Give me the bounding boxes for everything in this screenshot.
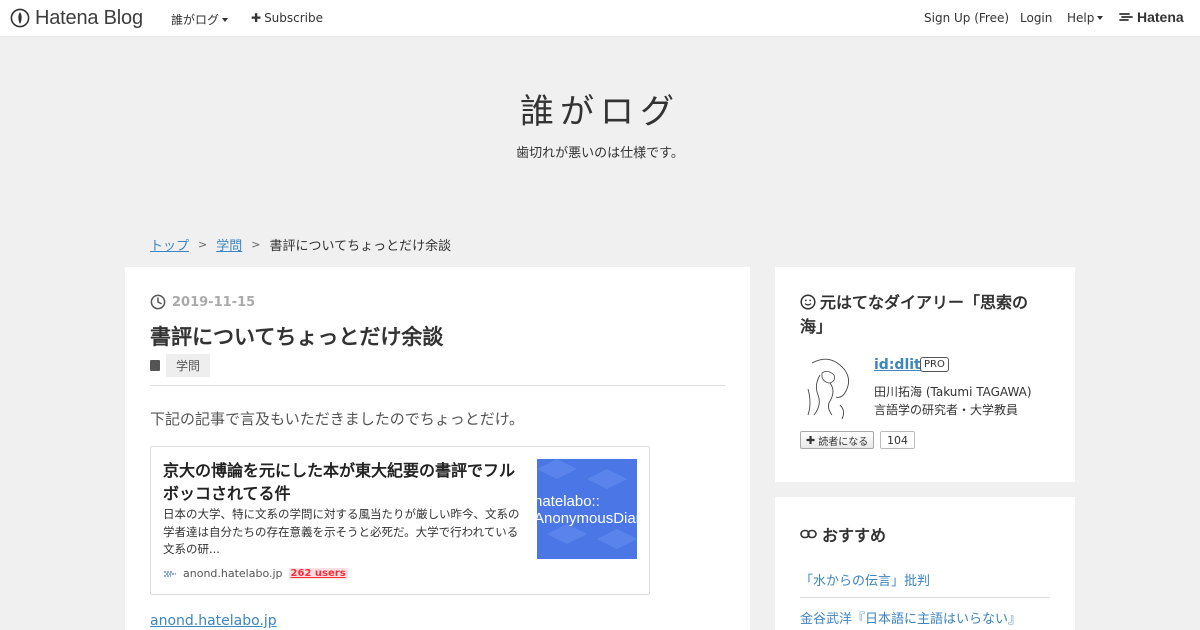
category-tag[interactable]: 学問	[166, 354, 211, 377]
embed-title[interactable]: 京大の博論を元にした本が東大紀要の書評でフルボッコされてる件	[163, 459, 528, 505]
entry-date[interactable]: 2019-11-15	[150, 294, 255, 310]
profile-heading-text: 元はてなダイアリー「思索の海」	[800, 293, 1029, 336]
subscribe-reader-button[interactable]: ✚ 読者になる	[800, 431, 875, 449]
user-name: 田川拓海 (Takumi TAGAWA)	[874, 385, 1032, 399]
hatena-mark-icon	[1119, 13, 1133, 21]
entry-title[interactable]: 書評についてちょっとだけ余談	[150, 321, 443, 351]
recommend-heading-text: おすすめ	[822, 526, 887, 545]
hatena-logo[interactable]: Hatena	[1119, 9, 1184, 25]
profile-heading: 元はてなダイアリー「思索の海」	[800, 291, 1050, 339]
chevron-down-icon	[222, 17, 229, 22]
chevron-down-icon	[1097, 16, 1104, 20]
plus-icon: ✚	[251, 11, 262, 25]
login-link[interactable]: Login	[1020, 11, 1052, 25]
site-favicon-icon	[164, 570, 176, 577]
entry-article: 2019-11-15 書評についてちょっとだけ余談 学問 下記の記事で言及もいた…	[125, 267, 750, 630]
breadcrumb-separator: >	[198, 238, 208, 251]
thumb-text-line2: AnonymousDiary	[537, 510, 637, 527]
thumb-text-line1: hatelabo::	[537, 493, 600, 510]
breadcrumb: トップ > 学問 > 書評についてちょっとだけ余談	[150, 235, 451, 254]
bookmark-users-badge[interactable]: 262 users	[288, 568, 348, 579]
help-dropdown[interactable]: Help	[1067, 11, 1104, 25]
hatena-text: Hatena	[1137, 9, 1184, 25]
blog-menu-label: 誰がログ	[171, 13, 220, 27]
divider	[150, 385, 725, 386]
blog-menu-dropdown[interactable]: 誰がログ	[171, 11, 229, 28]
breadcrumb-category-link[interactable]: 学問	[216, 235, 242, 254]
subscribe-button[interactable]: ✚ Subscribe	[251, 11, 323, 25]
breadcrumb-home-link[interactable]: トップ	[150, 235, 189, 254]
sidebar-recommend: おすすめ 「水からの伝言」批判 金谷武洋『日本語に主語はいらない』	[775, 497, 1075, 630]
source-link[interactable]: anond.hatelabo.jp	[150, 613, 277, 629]
entry-date-text: 2019-11-15	[172, 294, 256, 310]
reader-count[interactable]: 104	[880, 431, 915, 449]
recommend-item[interactable]: 金谷武洋『日本語に主語はいらない』	[800, 608, 1050, 630]
hatena-blog-mark-icon	[10, 8, 30, 28]
clock-icon	[150, 294, 166, 310]
embed-card[interactable]: 京大の博論を元にした本が東大紀要の書評でフルボッコされてる件 日本の大学、特に文…	[150, 446, 650, 595]
link-icon	[800, 529, 817, 539]
recommend-heading: おすすめ	[800, 522, 886, 546]
embed-excerpt: 日本の大学、特に文系の学問に対する風当たりが厳しい昨今、文系の学者達は自分たちの…	[163, 507, 520, 556]
user-id-link[interactable]: id:dlit	[874, 357, 921, 373]
reader-button-label: 読者になる	[818, 436, 869, 448]
embed-footer: anond.hatelabo.jp 262 users	[163, 567, 348, 580]
breadcrumb-separator: >	[251, 238, 261, 251]
breadcrumb-current: 書評についてちょっとだけ余談	[269, 239, 452, 254]
entry-lead-text: 下記の記事で言及もいただきましたのでちょっとだけ。	[150, 410, 524, 428]
folder-icon	[150, 360, 160, 371]
hatena-blog-logo[interactable]: Hatena Blog	[10, 6, 143, 30]
blog-title[interactable]: 誰がログ	[0, 84, 1200, 133]
smiley-icon	[800, 294, 816, 310]
embed-site: anond.hatelabo.jp	[183, 567, 283, 580]
logo-text: Hatena Blog	[35, 6, 143, 29]
recommend-item[interactable]: 「水からの伝言」批判	[800, 570, 1050, 598]
plus-icon: ✚	[806, 433, 816, 447]
blog-description: 歯切れが悪いのは仕様です。	[516, 146, 684, 161]
avatar[interactable]	[800, 355, 856, 421]
user-bio: 言語学の研究者・大学教員	[874, 403, 1019, 417]
pro-badge: PRO	[920, 357, 949, 372]
entry-categories: 学問	[150, 354, 211, 377]
signup-link[interactable]: Sign Up (Free)	[924, 11, 1009, 25]
subscribe-label: Subscribe	[264, 11, 324, 25]
embed-thumbnail[interactable]: hatelabo:: AnonymousDiary	[537, 459, 637, 559]
help-label: Help	[1067, 11, 1095, 25]
global-header: Hatena Blog 誰がログ ✚ Subscribe Sign Up (Fr…	[0, 0, 1200, 37]
sidebar-profile: 元はてなダイアリー「思索の海」 id:dlit PRO 田川拓海 (Takumi…	[775, 267, 1075, 482]
